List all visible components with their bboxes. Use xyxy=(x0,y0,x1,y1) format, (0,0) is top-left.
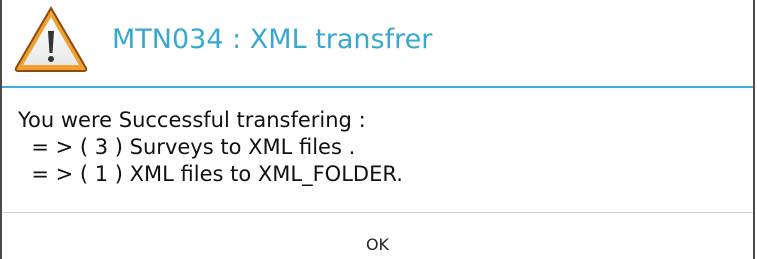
dialog-title: MTN034 : XML transfrer xyxy=(112,24,433,55)
message-line: You were Successful transfering : xyxy=(18,108,366,132)
message-line: = > ( 1 ) XML files to XML_FOLDER. xyxy=(18,162,403,186)
alert-dialog: MTN034 : XML transfrer You were Successf… xyxy=(0,0,755,259)
message-line: = > ( 3 ) Surveys to XML files . xyxy=(18,135,356,159)
dialog-message: You were Successful transfering : = > ( … xyxy=(18,107,403,188)
warning-icon xyxy=(14,6,88,72)
ok-button[interactable]: OK xyxy=(2,213,753,259)
dialog-header: MTN034 : XML transfrer xyxy=(2,0,753,88)
